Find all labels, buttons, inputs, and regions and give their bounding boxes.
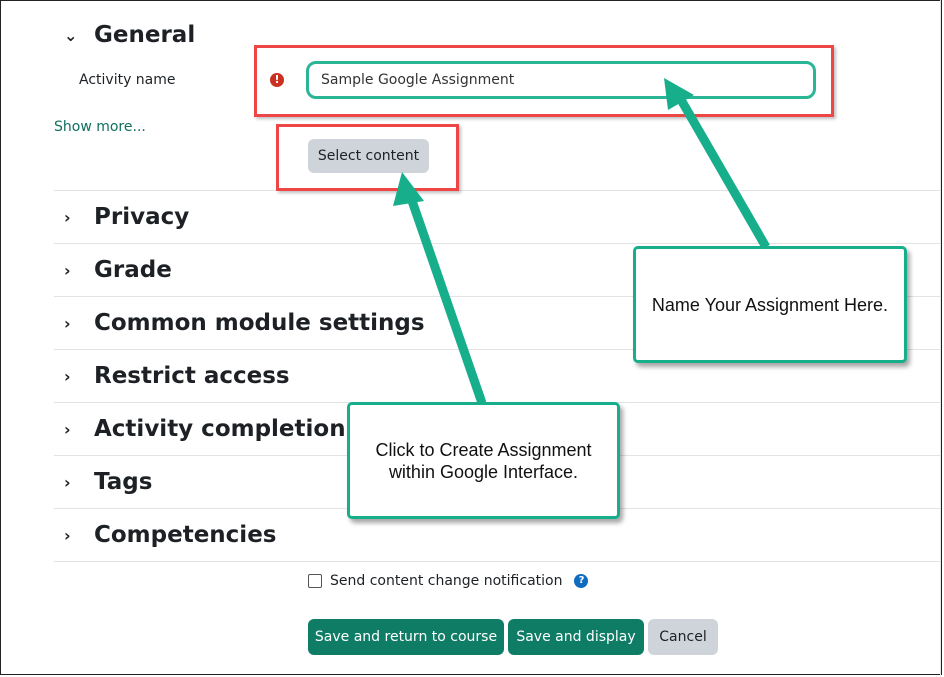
select-content-button[interactable]: Select content <box>308 139 429 173</box>
section-title: Tags <box>94 469 153 495</box>
section-title: Common module settings <box>94 310 425 336</box>
chevron-right-icon: › <box>64 260 71 280</box>
callout-name-assignment: Name Your Assignment Here. <box>633 246 907 363</box>
chevron-right-icon: › <box>64 525 71 545</box>
chevron-right-icon: › <box>64 419 71 439</box>
question-circle-icon[interactable]: ? <box>574 574 589 588</box>
section-title: Grade <box>94 257 172 283</box>
chevron-right-icon: › <box>64 472 71 492</box>
save-and-display-button[interactable]: Save and display <box>508 619 644 655</box>
callout-name-text: Name Your Assignment Here. <box>651 294 889 315</box>
section-title: Activity completion <box>94 416 346 442</box>
divider <box>54 561 940 562</box>
chevron-down-icon: ⌄ <box>64 25 78 45</box>
section-title: Restrict access <box>94 363 290 389</box>
callout-create-text-line2: within Google Interface. <box>388 461 579 482</box>
section-grade-header[interactable]: › Grade <box>64 257 172 283</box>
section-title: Competencies <box>94 522 277 548</box>
notification-checkbox-label: Send content change notification <box>330 573 563 589</box>
section-activity-completion-header[interactable]: › Activity completion <box>64 416 346 442</box>
section-restrict-access-header[interactable]: › Restrict access <box>64 363 290 389</box>
callout-create-text-line1: Click to Create Assignment <box>375 439 592 460</box>
section-competencies-header[interactable]: › Competencies <box>64 522 276 548</box>
section-common-module-settings-header[interactable]: › Common module settings <box>64 310 425 336</box>
chevron-right-icon: › <box>64 313 71 333</box>
chevron-right-icon: › <box>64 366 71 386</box>
section-title: Privacy <box>94 204 190 230</box>
activity-name-label: Activity name <box>79 72 176 88</box>
divider <box>54 190 940 191</box>
section-general-title: General <box>94 22 196 48</box>
divider <box>54 243 940 244</box>
cancel-button[interactable]: Cancel <box>648 619 718 655</box>
section-privacy-header[interactable]: › Privacy <box>64 204 189 230</box>
section-general-header[interactable]: ⌄ General <box>64 22 195 48</box>
page-edge <box>940 0 941 677</box>
chevron-right-icon: › <box>64 207 71 227</box>
callout-create-assignment: Click to Create Assignment within Google… <box>347 402 620 519</box>
notification-checkbox-row[interactable]: Send content change notification ? <box>308 573 589 589</box>
notification-checkbox[interactable] <box>308 574 322 588</box>
activity-name-input[interactable] <box>306 61 816 99</box>
show-more-link[interactable]: Show more... <box>54 119 146 135</box>
save-and-return-button[interactable]: Save and return to course <box>308 619 504 655</box>
required-icon: ! <box>270 73 284 87</box>
section-tags-header[interactable]: › Tags <box>64 469 152 495</box>
